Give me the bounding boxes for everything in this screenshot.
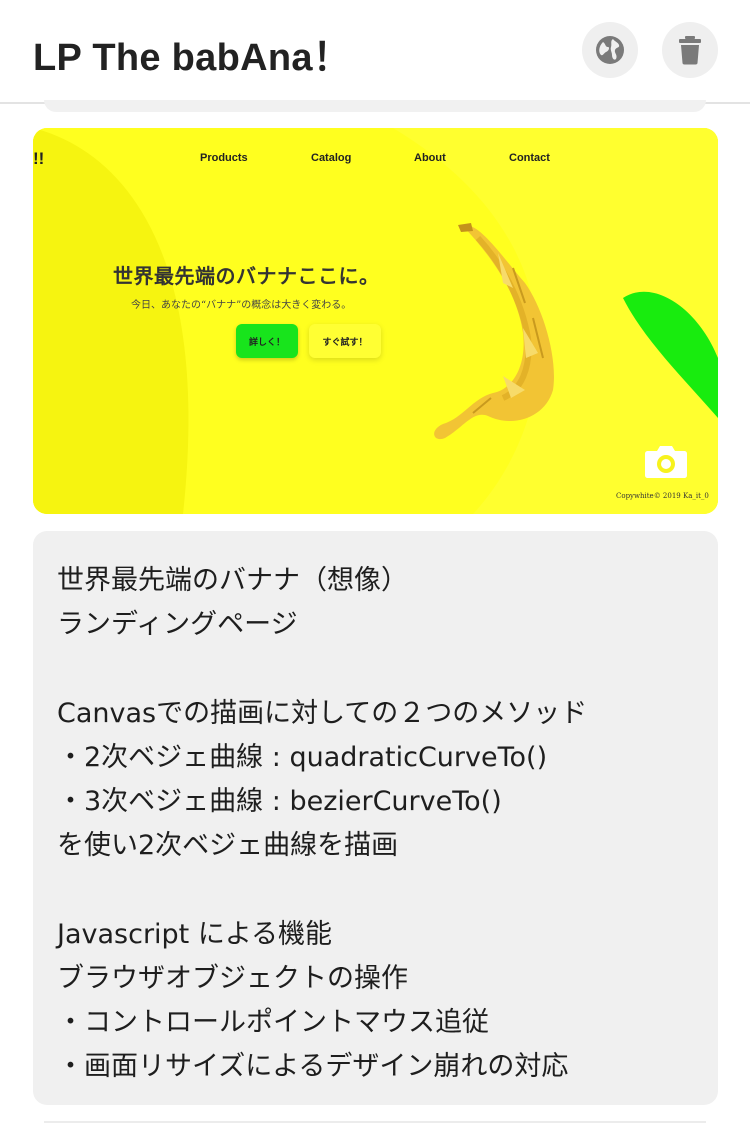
trash-button[interactable]: [662, 22, 718, 78]
camera-icon[interactable]: [644, 443, 688, 479]
app-header: LP The babAna！: [0, 0, 750, 104]
trash-icon: [679, 36, 701, 65]
page-title: LP The babAna！: [33, 37, 352, 79]
globe-button[interactable]: [582, 22, 638, 78]
previous-card-edge: [44, 100, 706, 112]
lp-logo: !!: [33, 149, 45, 168]
preview-background: [33, 128, 718, 514]
lp-copyright: Copywhite© 2019 Ka_it_0: [616, 492, 709, 500]
lp-nav-contact: Contact: [509, 152, 550, 164]
lp-nav-catalog: Catalog: [311, 152, 352, 164]
lp-try-button: すぐ試す！: [309, 324, 381, 358]
lp-nav-about: About: [414, 152, 446, 164]
lp-details-button: 詳しく！: [236, 324, 298, 358]
description-text: 世界最先端のバナナ（想像） ランディングページ Canvasでの描画に対しての２…: [57, 565, 588, 1083]
lp-subline: 今日、あなたの“バナナ”の概念は大きく変わる。: [131, 300, 352, 311]
landing-page-screenshot[interactable]: !! Products Catalog About Contact 世界最先端の…: [33, 128, 718, 514]
description-card: 世界最先端のバナナ（想像） ランディングページ Canvasでの描画に対しての２…: [33, 531, 718, 1105]
lp-nav-products: Products: [200, 152, 248, 164]
globe-icon: [596, 36, 624, 64]
lp-headline: 世界最先端のバナナここに。: [113, 264, 380, 288]
